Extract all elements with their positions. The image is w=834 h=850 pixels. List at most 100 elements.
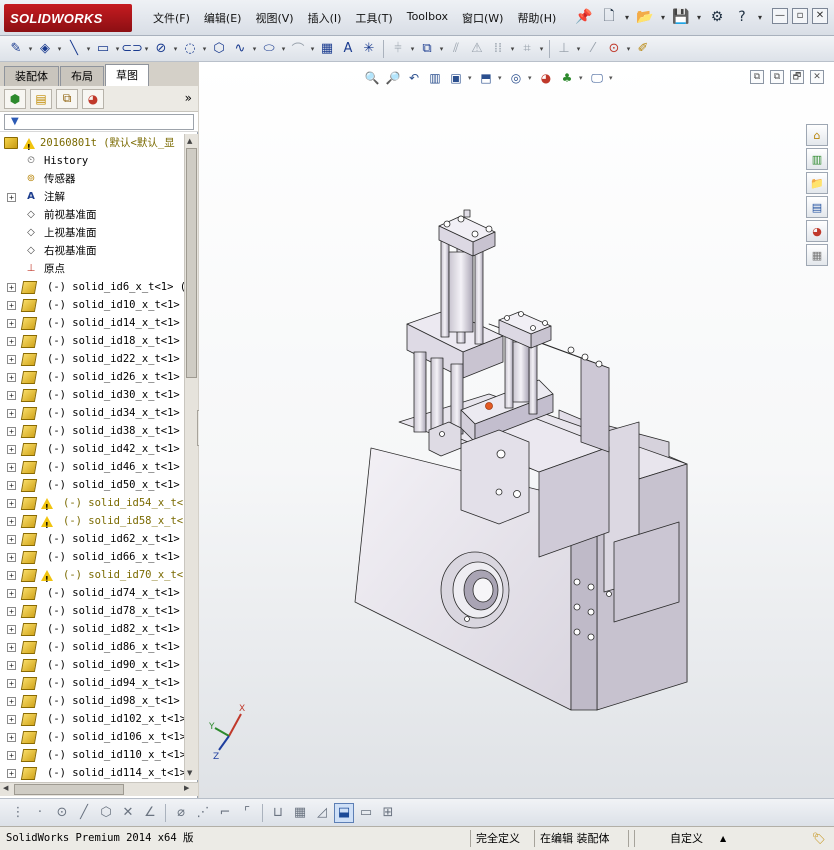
tree-item-top-plane[interactable]: ◇ 上视基准面 bbox=[0, 224, 184, 242]
smart-dimension-caret[interactable]: ▾ bbox=[56, 45, 63, 53]
polygon-icon[interactable]: ⬡ bbox=[96, 803, 116, 823]
layout-icon[interactable]: ⊞ bbox=[378, 803, 398, 823]
tree-item-component[interactable]: + (-) solid_id98_x_t<1> ( bbox=[0, 692, 184, 710]
trim-icon[interactable]: ⫩ bbox=[388, 39, 408, 59]
expand-toggle[interactable]: + bbox=[7, 499, 16, 508]
tree-hscroll-thumb[interactable] bbox=[14, 784, 124, 795]
circle-caret[interactable]: ▾ bbox=[172, 45, 179, 53]
options-icon[interactable]: ⚙ bbox=[706, 6, 728, 28]
tree-horizontal-scrollbar[interactable]: ◀ ▶ bbox=[0, 782, 198, 796]
convert-icon[interactable]: ⌐ bbox=[215, 803, 235, 823]
tree-item-front-plane[interactable]: ◇ 前视基准面 bbox=[0, 206, 184, 224]
linear-pattern-caret[interactable]: ▾ bbox=[509, 45, 516, 53]
arc-icon[interactable]: ◌ bbox=[180, 39, 200, 59]
smart-dimension-icon[interactable]: ◈ bbox=[35, 39, 55, 59]
tree-item-component[interactable]: + (-) solid_id34_x_t<1> ( bbox=[0, 404, 184, 422]
expand-toggle[interactable]: + bbox=[7, 517, 16, 526]
tree-filter-input[interactable]: ▼ bbox=[4, 114, 194, 130]
view-icon[interactable]: ▭ bbox=[356, 803, 376, 823]
ellipse-icon[interactable]: ⬭ bbox=[259, 39, 279, 59]
grid-icon[interactable]: ▦ bbox=[290, 803, 310, 823]
tree-item-component[interactable]: + (-) solid_id14_x_t<1> ( bbox=[0, 314, 184, 332]
expand-toggle[interactable]: + bbox=[7, 733, 16, 742]
line-icon[interactable]: ╲ bbox=[64, 39, 84, 59]
angle2-icon[interactable]: ◿ bbox=[312, 803, 332, 823]
tree-item-sensors[interactable]: ⊚ 传感器 bbox=[0, 170, 184, 188]
polygon-icon[interactable]: ⬡ bbox=[209, 39, 229, 59]
3d-sketch-icon[interactable]: ⬓ bbox=[334, 802, 354, 823]
scroll-up-icon[interactable]: ▲ bbox=[187, 137, 192, 145]
split-icon[interactable]: ⋰ bbox=[193, 803, 213, 823]
expand-toggle[interactable]: + bbox=[7, 355, 16, 364]
tree-item-component[interactable]: + (-) solid_id50_x_t<1> ( bbox=[0, 476, 184, 494]
expand-toggle[interactable]: + bbox=[7, 715, 16, 724]
configuration-manager-icon[interactable]: ⧉ bbox=[56, 88, 78, 109]
help-caret[interactable]: ▾ bbox=[756, 13, 764, 22]
units-caret-icon[interactable]: ▲ bbox=[716, 830, 730, 847]
save-caret[interactable]: ▾ bbox=[695, 13, 703, 22]
tree-scroll-thumb[interactable] bbox=[186, 148, 197, 378]
tree-item-component[interactable]: + (-) solid_id106_x_t<1> bbox=[0, 728, 184, 746]
offset-icon[interactable]: ⧉ bbox=[417, 39, 437, 59]
tree-vertical-scrollbar[interactable]: ▲ ▼ bbox=[184, 134, 198, 780]
property-manager-icon[interactable]: ▤ bbox=[30, 88, 52, 109]
spline-icon[interactable]: ∿ bbox=[230, 39, 250, 59]
new-document-icon[interactable]: 🗋 bbox=[598, 6, 620, 28]
scroll-right-icon[interactable]: ▶ bbox=[184, 784, 189, 792]
open-icon[interactable]: 📂 bbox=[634, 6, 656, 28]
menu-toolbox[interactable]: Toolbox bbox=[400, 8, 455, 28]
ellipse-caret[interactable]: ▾ bbox=[280, 45, 287, 53]
expand-toggle[interactable]: + bbox=[7, 679, 16, 688]
tree-item-component[interactable]: + (-) solid_id58_x_t<1 bbox=[0, 512, 184, 535]
expand-toggle[interactable]: + bbox=[7, 643, 16, 652]
assembly-model-view[interactable] bbox=[199, 62, 834, 798]
arc-caret[interactable]: ▾ bbox=[201, 45, 208, 53]
pin-icon[interactable]: 📌 bbox=[573, 6, 595, 28]
tree-item-right-plane[interactable]: ◇ 右视基准面 bbox=[0, 242, 184, 260]
restore-icon[interactable]: ▫ bbox=[792, 8, 808, 24]
sketch-caret[interactable]: ▾ bbox=[27, 45, 34, 53]
tree-item-component[interactable]: + (-) solid_id10_x_t<1> ( bbox=[0, 296, 184, 314]
display-relations-icon[interactable]: ⊙ bbox=[604, 39, 624, 59]
trim-icon[interactable]: ✕ bbox=[118, 803, 138, 823]
expand-toggle[interactable]: + bbox=[7, 409, 16, 418]
save-icon[interactable]: 💾 bbox=[670, 6, 692, 28]
scroll-left-icon[interactable]: ◀ bbox=[3, 784, 8, 792]
text-icon[interactable]: A bbox=[338, 39, 358, 59]
expand-toggle[interactable]: + bbox=[7, 589, 16, 598]
expand-toggle[interactable]: + bbox=[7, 697, 16, 706]
help-icon[interactable]: ? bbox=[731, 6, 753, 28]
display-relations-caret[interactable]: ▾ bbox=[625, 45, 632, 53]
tree-item-component[interactable]: + (-) solid_id18_x_t<1> ( bbox=[0, 332, 184, 350]
tree-item-component[interactable]: + (-) solid_id6_x_t<1> (默 bbox=[0, 278, 184, 296]
filter-icon[interactable]: ▼ bbox=[11, 116, 19, 127]
menu-tools[interactable]: 工具(T) bbox=[348, 8, 399, 28]
tree-item-history[interactable]: ⏲ History bbox=[0, 152, 184, 170]
fillet-icon[interactable]: ⌒ bbox=[288, 39, 308, 59]
more-panels-chevron-icon[interactable]: » bbox=[185, 91, 192, 105]
expand-toggle[interactable]: + bbox=[7, 283, 16, 292]
units-selector[interactable]: 自定义 bbox=[666, 830, 707, 847]
expand-toggle[interactable]: + bbox=[7, 337, 16, 346]
slot-caret[interactable]: ▾ bbox=[143, 45, 150, 53]
open-caret[interactable]: ▾ bbox=[659, 13, 667, 22]
tree-item-component[interactable]: + (-) solid_id22_x_t<1> ( bbox=[0, 350, 184, 368]
feature-manager-icon[interactable]: ⬢ bbox=[4, 88, 26, 109]
tree-item-component[interactable]: + (-) solid_id38_x_t<1> ( bbox=[0, 422, 184, 440]
menu-help[interactable]: 帮助(H) bbox=[510, 8, 563, 28]
solidworks-logo[interactable]: SOLIDWORKS bbox=[4, 4, 132, 32]
tree-item-component[interactable]: + (-) solid_id110_x_t<1> bbox=[0, 746, 184, 764]
tab-sketch[interactable]: 草图 bbox=[105, 64, 149, 86]
expand-toggle[interactable]: + bbox=[7, 769, 16, 778]
scroll-down-icon[interactable]: ▼ bbox=[187, 769, 192, 777]
menu-edit[interactable]: 编辑(E) bbox=[197, 8, 249, 28]
plane-icon[interactable]: ▦ bbox=[317, 39, 337, 59]
display-manager-icon[interactable]: ◕ bbox=[82, 88, 104, 109]
fillet-caret[interactable]: ▾ bbox=[309, 45, 316, 53]
move-icon[interactable]: ⌗ bbox=[517, 39, 537, 59]
menu-window[interactable]: 窗口(W) bbox=[455, 8, 510, 28]
tree-item-component[interactable]: + (-) solid_id86_x_t<1> ( bbox=[0, 638, 184, 656]
tree-item-component[interactable]: + (-) solid_id70_x_t<1 bbox=[0, 566, 184, 589]
expand-toggle[interactable]: + bbox=[7, 661, 16, 670]
expand-toggle[interactable]: + bbox=[7, 571, 16, 580]
